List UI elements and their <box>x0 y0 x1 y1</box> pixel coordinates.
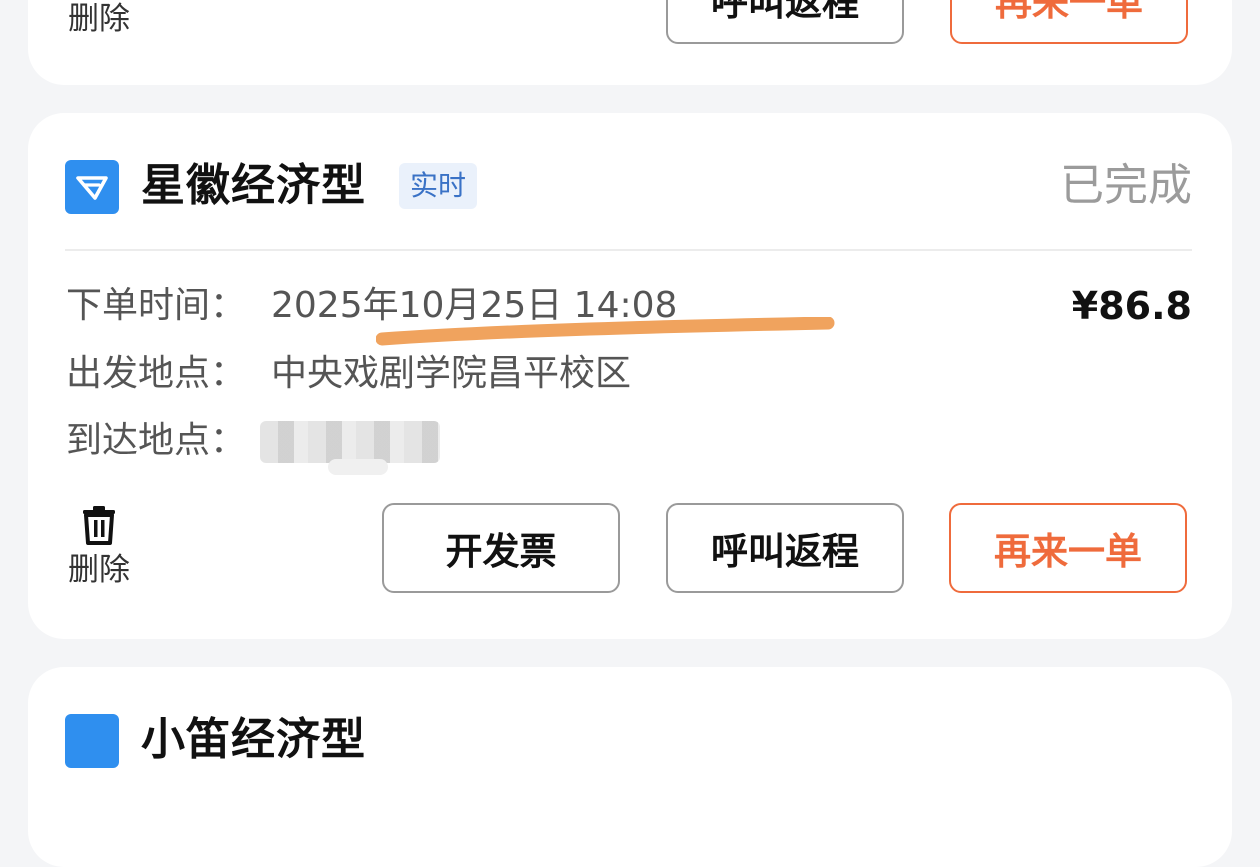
order-card-previous: 删除 呼叫返程 再来一单 <box>28 0 1232 85</box>
order-again-button-previous[interactable]: 再来一单 <box>950 0 1188 44</box>
departure-value: 中央戏剧学院昌平校区 <box>271 353 632 394</box>
order-status: 已完成 <box>1060 160 1192 211</box>
delete-label: 删除 <box>68 1 130 37</box>
destination-row: 到达地点： <box>66 416 271 466</box>
order-price: ¥86.8 <box>1071 284 1192 328</box>
redaction-smudge <box>328 459 388 475</box>
departure-row: 出发地点： 中央戏剧学院昌平校区 <box>66 349 631 399</box>
header-divider <box>65 249 1192 251</box>
delete-action-previous[interactable]: 删除 <box>64 0 134 38</box>
app-logo-icon <box>65 714 119 768</box>
order-time-label: 下单时间： <box>66 285 247 326</box>
delete-label: 删除 <box>68 552 130 588</box>
mode-tag: 实时 <box>399 163 478 209</box>
invoice-button[interactable]: 开发票 <box>382 503 620 593</box>
order-card-next: 小笛经济型 <box>28 667 1232 867</box>
call-return-button-previous[interactable]: 呼叫返程 <box>666 0 904 44</box>
trash-icon <box>83 506 115 545</box>
order-card[interactable]: 星徽经济型 实时 已完成 下单时间： 2025年10月25日 14:08 ¥86.… <box>28 113 1232 639</box>
destination-label: 到达地点： <box>66 420 247 461</box>
order-again-button[interactable]: 再来一单 <box>949 503 1187 593</box>
highlight-underline <box>376 317 835 346</box>
app-logo-icon <box>65 160 119 214</box>
delete-action[interactable]: 删除 <box>64 505 134 589</box>
service-name: 小笛经济型 <box>141 714 366 765</box>
service-name: 星徽经济型 <box>141 160 366 211</box>
departure-label: 出发地点： <box>66 353 247 394</box>
call-return-button[interactable]: 呼叫返程 <box>666 503 904 593</box>
destination-value-redacted <box>260 421 440 463</box>
